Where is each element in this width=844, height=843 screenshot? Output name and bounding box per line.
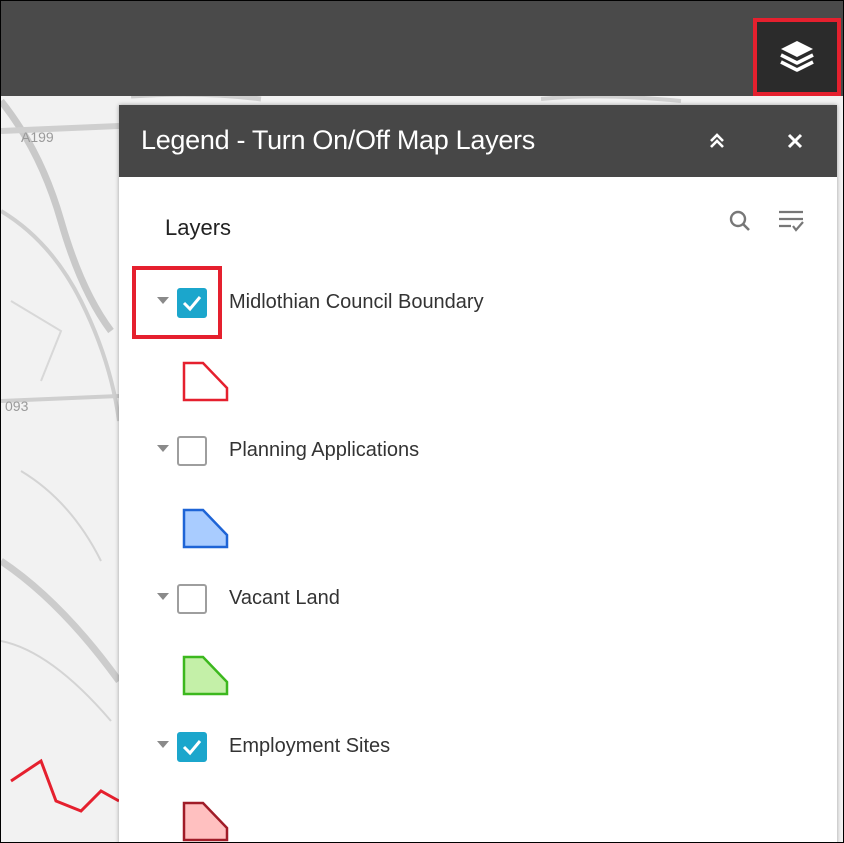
checkmark-icon [182,740,202,756]
collapse-panel-button[interactable] [699,123,735,159]
search-layers-button[interactable] [723,203,757,239]
legend-swatch-planning-applications [182,508,229,549]
layers-heading: Layers [165,215,232,240]
expand-caret-icon[interactable] [157,445,169,452]
layers-button[interactable] [753,18,841,96]
expand-caret-icon[interactable] [157,741,169,748]
expand-caret-icon[interactable] [157,297,169,304]
layer-row-midlothian-council-boundary: Midlothian Council Boundary [119,283,819,323]
layer-label: Planning Applications [229,439,420,461]
layer-row-vacant-land: Vacant Land [119,579,819,619]
layer-row-planning-applications: Planning Applications [119,431,819,471]
expand-caret-icon[interactable] [157,593,169,600]
top-toolbar [1,1,843,96]
layer-checkbox-midlothian-council-boundary[interactable] [177,288,207,318]
layer-checkbox-planning-applications[interactable] [177,436,207,466]
legend-swatch-boundary [182,361,229,402]
close-panel-button[interactable] [777,123,813,159]
layer-label: Employment Sites [229,735,391,757]
filter-layers-button[interactable] [774,203,808,239]
double-chevron-up-icon [710,133,724,148]
checkmark-icon [182,296,202,312]
layer-label: Midlothian Council Boundary [229,291,484,313]
layer-checkbox-employment-sites[interactable] [177,732,207,762]
legend-panel: Legend - Turn On/Off Map Layers Layers M… [119,105,837,842]
legend-panel-title: Legend - Turn On/Off Map Layers [141,125,535,155]
close-icon [787,133,803,149]
road-label-093: 093 [5,398,29,414]
layer-label: Vacant Land [229,587,340,609]
legend-swatch-employment-sites [182,801,229,842]
search-icon [729,210,750,231]
layers-stack-icon [780,41,814,72]
app-frame: A199 093 Legend - Turn On/Off Map Layers [0,0,844,843]
legend-panel-header: Legend - Turn On/Off Map Layers [119,105,837,177]
filter-list-icon [779,210,804,232]
layer-checkbox-vacant-land[interactable] [177,584,207,614]
road-label-a199: A199 [21,129,54,145]
legend-swatch-vacant-land [182,655,229,696]
layer-row-employment-sites: Employment Sites [119,727,819,767]
